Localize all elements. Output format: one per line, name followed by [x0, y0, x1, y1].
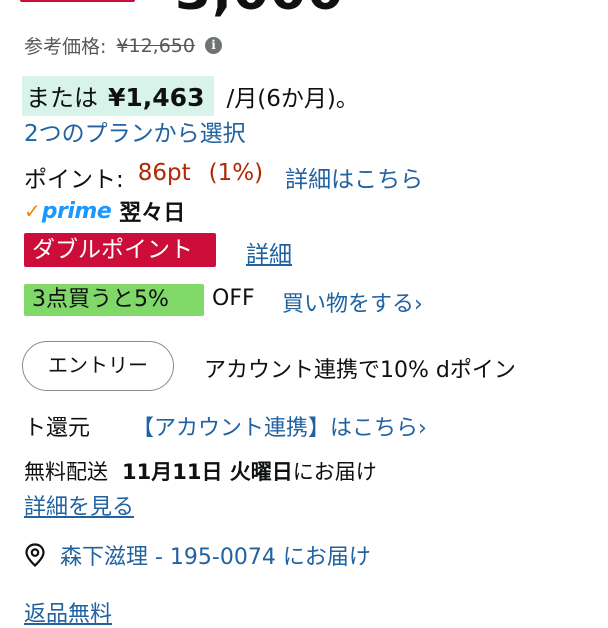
- points-percent: (1%): [208, 160, 264, 186]
- info-icon[interactable]: i: [204, 37, 222, 54]
- free-returns-link[interactable]: 返品無料: [24, 596, 112, 628]
- prime-logo: prime: [41, 198, 112, 224]
- installment-suffix: /月(6か月)。: [226, 86, 359, 112]
- installment-prefix: または: [26, 84, 98, 112]
- bulk-shop-link[interactable]: 買い物をする›: [282, 286, 423, 318]
- delivery-label: 無料配送: [24, 460, 108, 484]
- delivery-date: 11月11日 火曜日: [122, 460, 293, 484]
- delivery-location[interactable]: 森下滋理 - 195-0074 にお届け: [24, 539, 371, 571]
- prime-delivery-date: 翌々日: [119, 201, 186, 226]
- checkmark-icon: ✓: [24, 199, 41, 223]
- entry-description-cont: ト還元: [24, 416, 91, 441]
- deal-badge-cutoff: [20, 0, 135, 2]
- reference-price-row: 参考価格: ¥12,650 i: [24, 32, 222, 59]
- bulk-discount-badge: 3点買うと5%: [24, 284, 204, 316]
- double-point-badge: ダブルポイント: [24, 233, 216, 267]
- prime-row: ✓ prime 翌々日: [24, 195, 185, 227]
- reference-price-value: ¥12,650: [116, 34, 195, 57]
- delivery-row: 無料配送 11月11日 火曜日 にお届け: [24, 456, 377, 486]
- points-value: 86pt: [137, 160, 191, 186]
- price-value: 3,000: [175, 0, 344, 22]
- points-row: ポイント: 86pt (1%) 詳細はこちら: [24, 160, 423, 194]
- installment-row: または ¥1,463 /月(6か月)。: [22, 76, 359, 116]
- installment-plans-link[interactable]: 2つのプランから選択: [24, 114, 246, 148]
- delivery-suffix: にお届け: [292, 460, 377, 484]
- reference-price-label: 参考価格:: [24, 36, 107, 58]
- bulk-discount-off: OFF: [212, 286, 255, 311]
- double-point-details-link[interactable]: 詳細: [246, 235, 292, 269]
- delivery-details-link[interactable]: 詳細を見る: [24, 489, 134, 521]
- installment-highlight: または ¥1,463: [22, 76, 215, 116]
- location-pin-icon: [25, 543, 45, 567]
- delivery-location-text: 森下滋理 - 195-0074 にお届け: [60, 545, 371, 570]
- entry-button[interactable]: エントリー: [22, 341, 174, 391]
- points-label: ポイント:: [24, 167, 124, 193]
- installment-amount: ¥1,463: [108, 83, 205, 112]
- account-link-link[interactable]: 【アカウント連携】はこちら›: [132, 410, 427, 442]
- points-details-link[interactable]: 詳細はこちら: [285, 160, 423, 194]
- entry-description: アカウント連携で10% dポイン: [204, 358, 516, 383]
